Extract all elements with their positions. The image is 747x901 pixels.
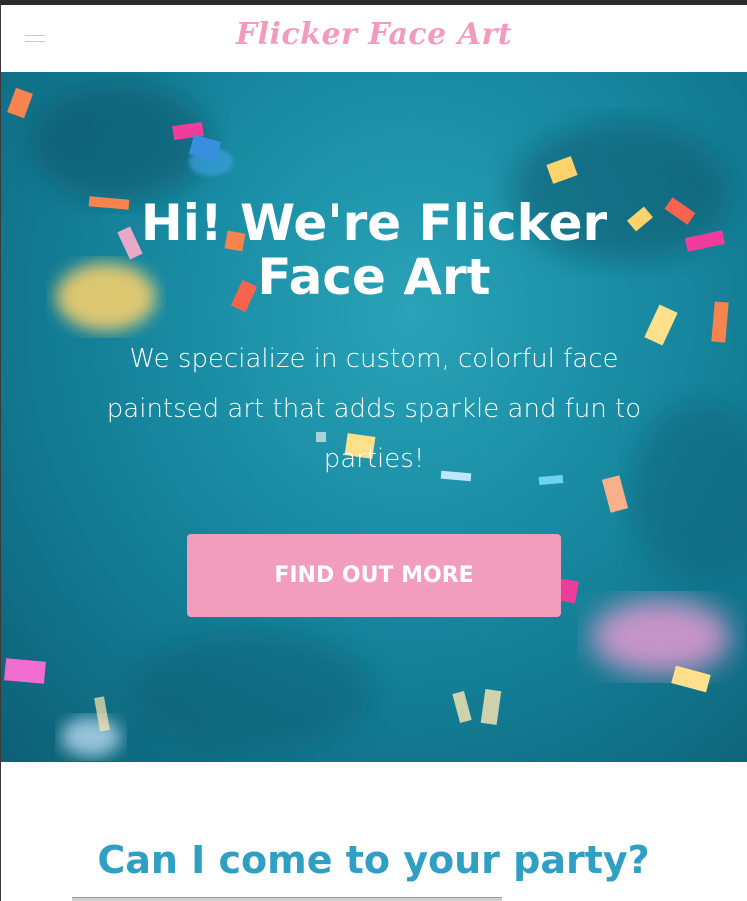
site-logo[interactable]: Flicker Face Art — [1, 17, 747, 52]
site-header: Flicker Face Art — [1, 5, 747, 72]
find-out-more-button[interactable]: FIND OUT MORE — [187, 534, 561, 617]
hero-title: Hi! We're Flicker Face Art — [1, 196, 747, 304]
browser-viewport: Flicker Face Art Hi! We're Flicker Face … — [0, 0, 747, 901]
horizontal-scrollbar[interactable] — [72, 897, 502, 901]
hero-title-line-2: Face Art — [257, 248, 491, 306]
hero-subtitle: We specialize in custom, colorful face p… — [106, 344, 642, 474]
section-heading: Can I come to your party? — [97, 838, 650, 882]
hero-banner: Hi! We're Flicker Face Art We specialize… — [1, 72, 747, 762]
window-left-border — [0, 5, 1, 901]
hero-title-line-1: Hi! We're Flicker — [140, 194, 608, 252]
